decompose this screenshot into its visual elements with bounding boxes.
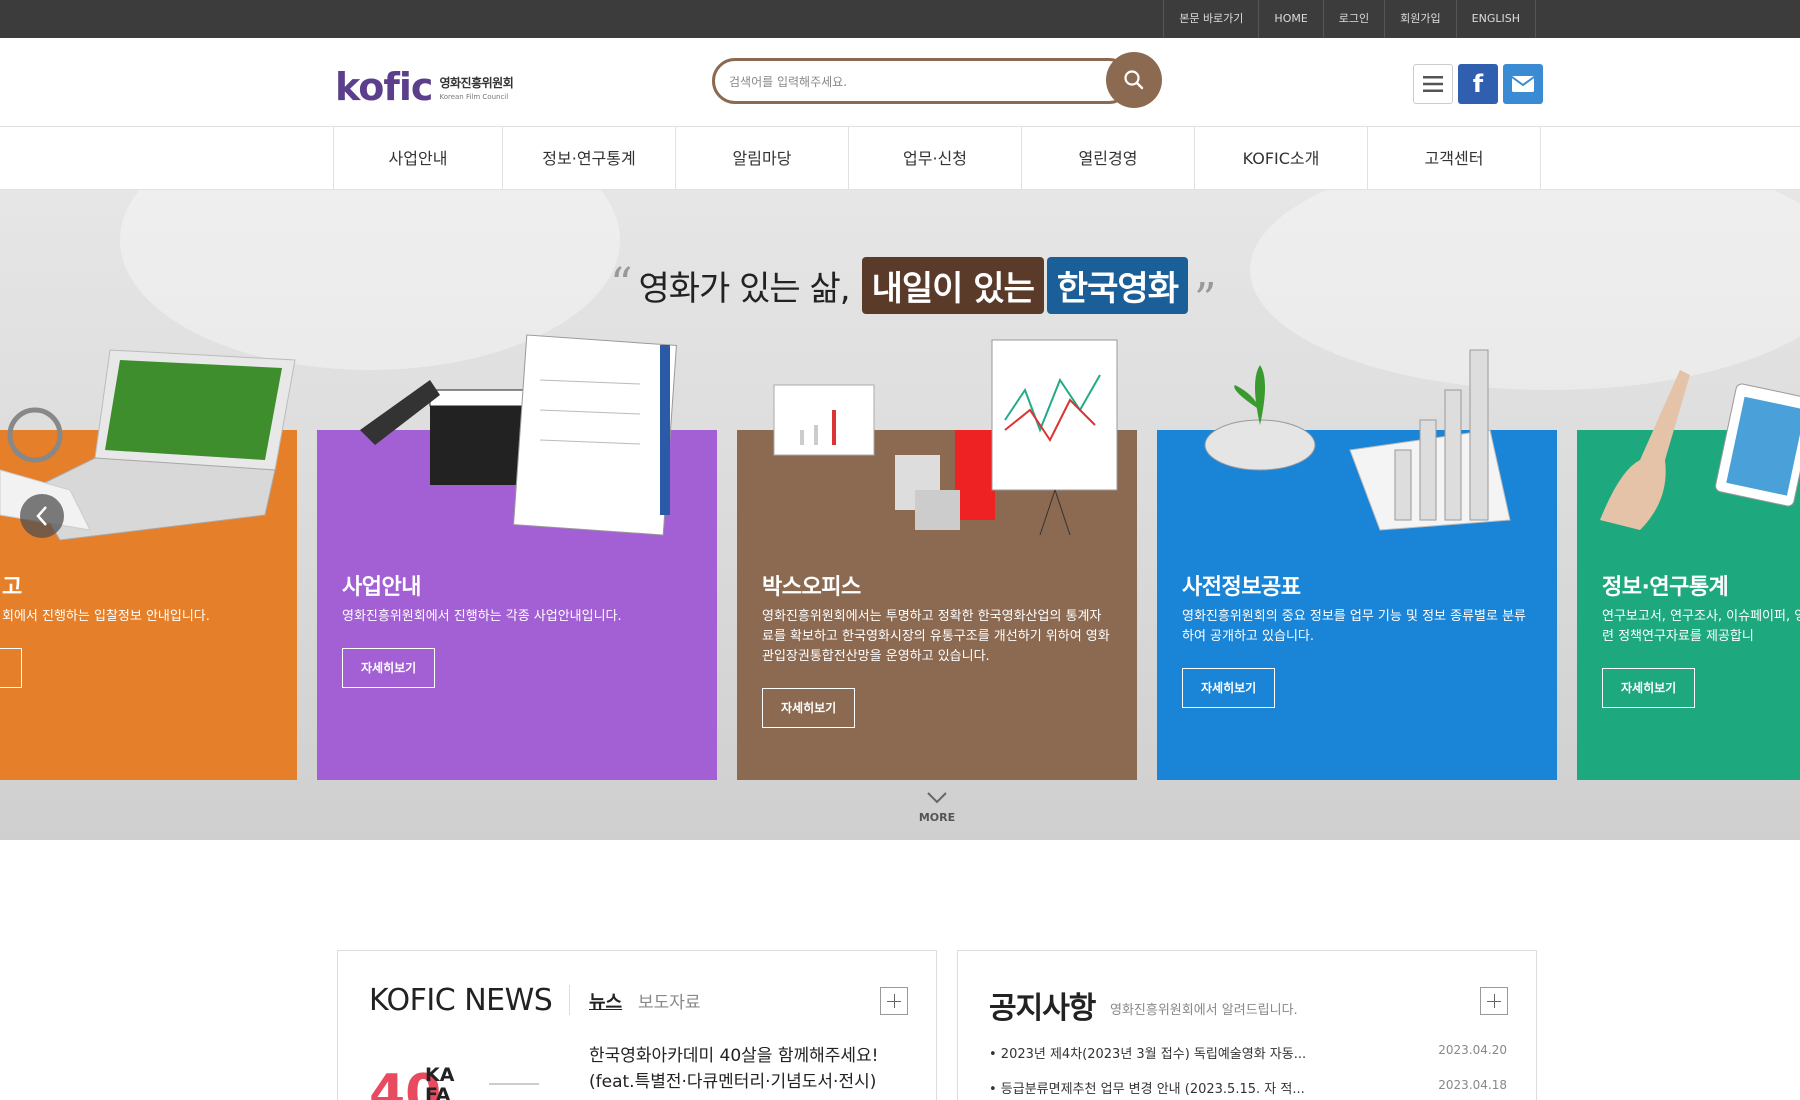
notice-title: 공지사항 xyxy=(989,991,1096,1026)
hero-more-label: MORE xyxy=(918,811,956,824)
notice-item[interactable]: • 2023년 제4차(2023년 3월 접수) 독립예술영화 자동... 20… xyxy=(989,1043,1507,1078)
nav-business[interactable]: 사업안내 xyxy=(334,127,503,190)
notice-item-date: 2023.04.18 xyxy=(1438,1078,1507,1092)
signup-link[interactable]: 회원가입 xyxy=(1385,0,1457,38)
notice-list: • 2023년 제4차(2023년 3월 접수) 독립예술영화 자동... 20… xyxy=(989,1043,1507,1100)
menu-button[interactable] xyxy=(1413,64,1453,104)
kafa-40-logo-icon: 40 KA FA NEVER STOP xyxy=(369,1064,539,1100)
nav-info-research[interactable]: 정보·연구통계 xyxy=(503,127,676,190)
search-box xyxy=(712,58,1132,104)
hand-tablet-illustration xyxy=(1600,370,1800,530)
top-utility-bar: 본문 바로가기 HOME 로그인 회원가입 ENGLISH xyxy=(0,0,1800,38)
logo-korean-name: 영화진흥위원회 xyxy=(439,75,514,90)
chevron-down-icon xyxy=(927,792,947,804)
news-more-plus-icon[interactable] xyxy=(880,987,908,1015)
facebook-icon: f xyxy=(1472,70,1484,98)
skip-to-content-link[interactable]: 본문 바로가기 xyxy=(1164,0,1260,38)
tab-news[interactable]: 뉴스 xyxy=(589,988,622,1014)
growth-bars-illustration xyxy=(1204,349,1511,531)
nav-work-apply[interactable]: 업무·신청 xyxy=(849,127,1022,190)
notice-panel: 공지사항 영화진흥위원회에서 알려드립니다. • 2023년 제4차(2023년… xyxy=(957,950,1537,1100)
card-more-button[interactable]: 자세히보기 xyxy=(1182,668,1276,708)
site-header: kofic 영화진흥위원회 Korean Film Council f xyxy=(0,38,1800,127)
card-more-button[interactable]: 자세히보기 xyxy=(342,648,436,688)
nav-open-management[interactable]: 열린경영 xyxy=(1022,127,1195,190)
email-button[interactable] xyxy=(1503,64,1543,104)
slogan-part1: 영화가 있는 삶, xyxy=(638,268,851,309)
open-quote-icon: “ xyxy=(610,259,633,310)
card-more-button[interactable]: 자세히보기 xyxy=(762,688,856,728)
card-desc: 영화진흥위원회에서 진행하는 각종 사업안내입니다. xyxy=(342,609,622,624)
card-more-button[interactable]: 자세히보기 xyxy=(1602,668,1696,708)
logo-mark: kofic xyxy=(335,65,433,109)
news-headline-link[interactable]: 한국영화아카데미 40살을 함께해주세요! (feat.특별전·다큐멘터리·기념… xyxy=(589,1043,909,1095)
facebook-button[interactable]: f xyxy=(1458,64,1498,104)
search-bar xyxy=(712,52,1162,108)
svg-text:FA: FA xyxy=(425,1084,451,1100)
card-title: 박스오피스 xyxy=(762,575,861,600)
close-quote-icon: ” xyxy=(1193,274,1217,325)
hero-banner: “ 영화가 있는 삶, 내일이 있는 한국영화 ” 고 회에서 진행하는 입찰정… xyxy=(0,190,1800,840)
header-icons: f xyxy=(1413,64,1543,104)
slogan-part3: 한국영화 xyxy=(1046,256,1188,314)
english-link[interactable]: ENGLISH xyxy=(1457,0,1536,38)
card-title: 고 xyxy=(2,575,22,600)
kafa-text: KA xyxy=(425,1064,455,1086)
clapperboard-illustration xyxy=(360,334,677,536)
carousel-prev-button[interactable] xyxy=(20,494,64,538)
title-divider xyxy=(569,985,570,1015)
card-desc: 영화진흥위원회의 중요 정보를 업무 기능 및 정보 종류별로 분류하여 공개하… xyxy=(1182,609,1527,644)
home-link[interactable]: HOME xyxy=(1259,0,1324,38)
search-icon xyxy=(1124,70,1144,90)
kofic-news-panel: KOFIC NEWS 뉴스 보도자료 40 KA FA NEVER STOP 한… xyxy=(337,950,937,1100)
slogan-part2: 내일이 있는 xyxy=(861,256,1044,314)
search-input[interactable] xyxy=(729,71,1089,93)
kofic-logo[interactable]: kofic 영화진흥위원회 Korean Film Council xyxy=(335,65,514,109)
card-desc: 영화진흥위원회에서는 투명하고 정확한 한국영화산업의 통계자료를 확보하고 한… xyxy=(762,609,1110,664)
card-title: 사전정보공표 xyxy=(1182,575,1301,600)
notice-more-plus-icon[interactable] xyxy=(1480,987,1508,1015)
logo-english-name: Korean Film Council xyxy=(439,92,509,101)
nav-about-kofic[interactable]: KOFIC소개 xyxy=(1195,127,1368,190)
tab-press-release[interactable]: 보도자료 xyxy=(638,988,701,1013)
mail-icon xyxy=(1511,76,1535,92)
chart-board-illustration xyxy=(773,339,1118,536)
chevron-left-icon xyxy=(36,506,47,526)
card-title: 사업안내 xyxy=(342,575,421,600)
notice-subtitle: 영화진흥위원회에서 알려드립니다. xyxy=(1110,1003,1298,1018)
search-button[interactable] xyxy=(1106,52,1162,108)
card-title: 정보·연구통계 xyxy=(1602,575,1729,600)
notice-item[interactable]: • 등급분류면제추천 업무 변경 안내 (2023.5.15. 자 적... 2… xyxy=(989,1078,1507,1100)
main-navigation: 사업안내 정보·연구통계 알림마당 업무·신청 열린경영 KOFIC소개 고객센… xyxy=(0,127,1800,190)
card-more-button[interactable] xyxy=(0,648,22,688)
nav-notice-board[interactable]: 알림마당 xyxy=(676,127,849,190)
news-title: KOFIC NEWS xyxy=(369,983,553,1018)
hamburger-icon xyxy=(1423,76,1443,92)
notice-item-title[interactable]: • 2023년 제4차(2023년 3월 접수) 독립예술영화 자동... xyxy=(989,1043,1306,1062)
login-link[interactable]: 로그인 xyxy=(1324,0,1386,38)
news-thumbnail[interactable]: 40 KA FA NEVER STOP xyxy=(369,1053,569,1100)
hero-more-button[interactable]: MORE xyxy=(900,790,974,824)
card-desc: 연구보고서, 연구조사, 이슈페이퍼, 영화관련 정책연구자료를 제공합니 xyxy=(1602,609,1800,644)
card-desc: 회에서 진행하는 입찰정보 안내입니다. xyxy=(2,609,210,624)
top-links: 본문 바로가기 HOME 로그인 회원가입 ENGLISH xyxy=(1163,0,1536,38)
hero-slogan: “ 영화가 있는 삶, 내일이 있는 한국영화 ” xyxy=(610,248,1216,322)
notice-item-date: 2023.04.20 xyxy=(1438,1043,1507,1057)
notice-item-title[interactable]: • 등급분류면제추천 업무 변경 안내 (2023.5.15. 자 적... xyxy=(989,1078,1305,1097)
nav-customer-center[interactable]: 고객센터 xyxy=(1368,127,1541,190)
